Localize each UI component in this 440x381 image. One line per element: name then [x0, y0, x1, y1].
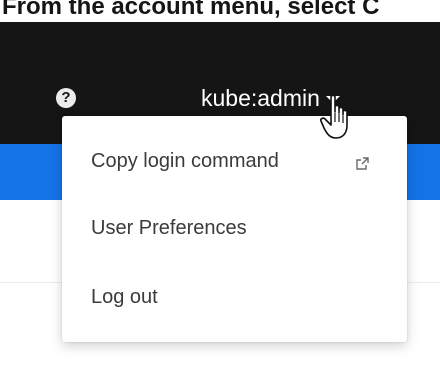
- user-name: kube:admin: [201, 84, 320, 111]
- menu-item-user-preferences[interactable]: User Preferences: [62, 203, 407, 253]
- question-circle-icon[interactable]: ?: [56, 88, 76, 108]
- menu-item-log-out[interactable]: Log out: [62, 272, 407, 322]
- hand-pointer-icon: [320, 94, 354, 147]
- external-link-icon: [356, 153, 369, 176]
- menu-item-label: Log out: [91, 285, 158, 308]
- menu-item-label: User Preferences: [91, 216, 247, 239]
- menu-item-label: Copy login command: [91, 149, 279, 172]
- account-menu: Copy login command User Preferences Log …: [62, 116, 407, 342]
- instruction-caption: From the account menu, select C: [0, 0, 440, 22]
- menu-item-copy-login-command[interactable]: Copy login command: [62, 136, 407, 186]
